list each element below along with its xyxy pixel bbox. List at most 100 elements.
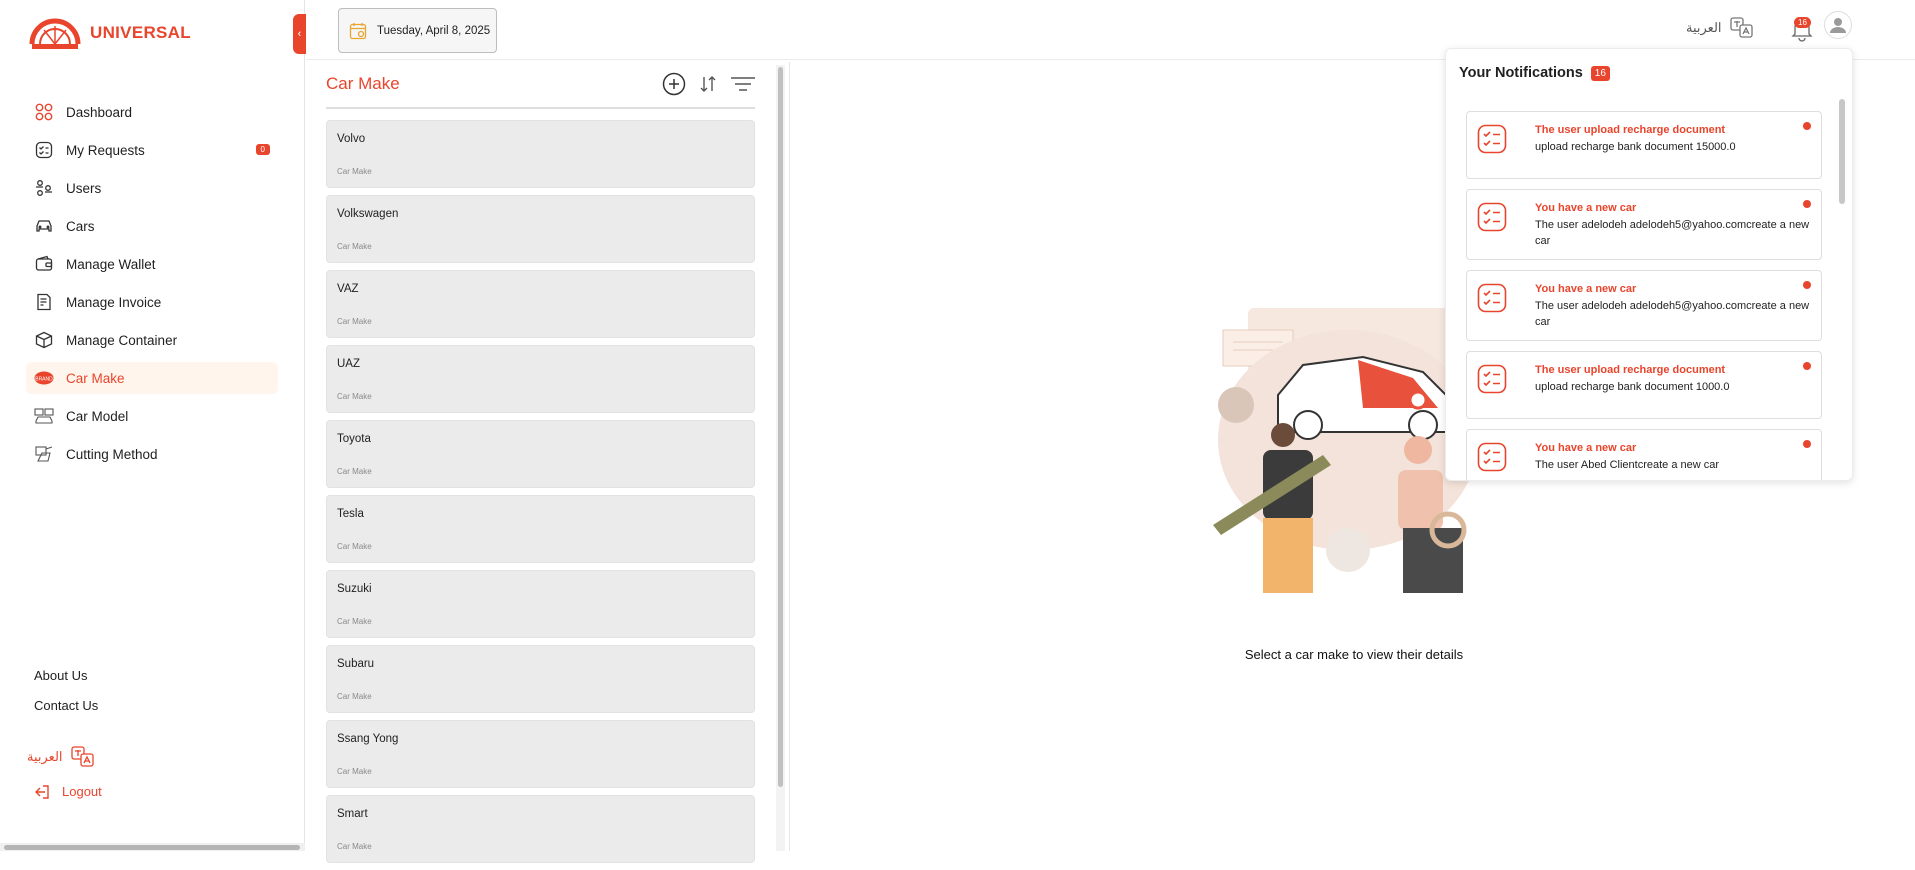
car-make-card[interactable]: Volkswagen Car Make xyxy=(326,195,755,263)
panel-separator xyxy=(789,62,790,851)
sidebar-item-manage-invoice[interactable]: Manage Invoice xyxy=(26,286,278,318)
sidebar-horizontal-scrollbar[interactable] xyxy=(0,843,305,851)
notification-item[interactable]: You have a new car The user adelodeh ade… xyxy=(1466,270,1822,341)
language-label: العربية xyxy=(27,749,63,764)
car-make-name: VAZ xyxy=(337,283,359,295)
car-make-card[interactable]: Suzuki Car Make xyxy=(326,570,755,638)
contact-us-link[interactable]: Contact Us xyxy=(34,698,98,713)
car-make-card[interactable]: Volvo Car Make xyxy=(326,120,755,188)
user-avatar[interactable] xyxy=(1824,11,1852,39)
car-make-type: Car Make xyxy=(337,467,372,476)
notification-body: upload recharge bank document 15000.0 xyxy=(1535,141,1736,153)
notification-title: You have a new car xyxy=(1535,283,1637,295)
car-model-icon xyxy=(34,406,54,426)
sort-icon[interactable] xyxy=(698,74,718,94)
panel-toolbar xyxy=(662,72,756,96)
sidebar-item-label: My Requests xyxy=(66,142,145,158)
requests-count-badge: 0 xyxy=(255,144,270,155)
sidebar-item-car-model[interactable]: Car Model xyxy=(26,400,278,432)
date-display[interactable]: Tuesday, April 8, 2025 xyxy=(338,8,497,53)
sidebar-item-label: Dashboard xyxy=(66,104,133,120)
sidebar-item-dashboard[interactable]: Dashboard xyxy=(26,96,278,128)
list-vertical-scrollbar[interactable] xyxy=(776,65,785,851)
car-make-panel: Car Make Volvo Car Make Volkswagen Car Mak… xyxy=(326,62,756,863)
notifications-header: Your Notifications 16 xyxy=(1459,65,1610,81)
car-make-card[interactable]: Tesla Car Make xyxy=(326,495,755,563)
sidebar-item-cutting-method[interactable]: Cutting Method xyxy=(26,438,278,470)
sidebar-collapse-button[interactable]: ‹ xyxy=(293,14,306,54)
car-make-icon: BRAND xyxy=(34,368,54,388)
sidebar-item-my-requests[interactable]: My Requests 0 xyxy=(26,134,278,166)
sidebar-nav: Dashboard My Requests 0 Users Cars Manag… xyxy=(26,96,278,476)
requests-icon xyxy=(34,140,54,160)
car-make-card[interactable]: Smart Car Make xyxy=(326,795,755,863)
car-make-card[interactable]: VAZ Car Make xyxy=(326,270,755,338)
notification-title: You have a new car xyxy=(1535,202,1637,214)
notifications-title: Your Notifications xyxy=(1459,65,1583,81)
notification-title: You have a new car xyxy=(1535,442,1637,454)
notification-item[interactable]: You have a new car The user adelodeh ade… xyxy=(1466,189,1822,260)
logout-button[interactable]: Logout xyxy=(34,784,102,799)
scrollbar-thumb[interactable] xyxy=(1839,99,1845,204)
sidebar: UNIVERSAL ‹ Dashboard My Requests 0 User… xyxy=(0,0,306,851)
car-make-type: Car Make xyxy=(337,842,372,851)
car-make-card[interactable]: Subaru Car Make xyxy=(326,645,755,713)
sidebar-item-label: Manage Invoice xyxy=(66,294,162,310)
sidebar-item-label: Manage Container xyxy=(66,332,178,348)
container-icon xyxy=(34,330,54,350)
unread-dot xyxy=(1803,440,1811,448)
sidebar-footer-links: About Us Contact Us xyxy=(34,668,98,728)
sidebar-item-manage-wallet[interactable]: Manage Wallet xyxy=(26,248,278,280)
scrollbar-thumb[interactable] xyxy=(778,67,783,787)
notifications-list: The user upload recharge document upload… xyxy=(1466,111,1822,480)
car-make-type: Car Make xyxy=(337,767,372,776)
sidebar-item-label: Users xyxy=(66,180,102,196)
filter-icon[interactable] xyxy=(730,74,756,94)
car-make-card[interactable]: Ssang Yong Car Make xyxy=(326,720,755,788)
grid-icon xyxy=(34,102,54,122)
sidebar-item-label: Cars xyxy=(66,218,95,234)
about-us-link[interactable]: About Us xyxy=(34,668,98,683)
car-make-name: Toyota xyxy=(337,433,371,445)
notifications-count-badge: 16 xyxy=(1590,65,1610,81)
notification-item[interactable]: The user upload recharge document upload… xyxy=(1466,351,1822,419)
car-make-list: Volvo Car Make Volkswagen Car Make VAZ Car … xyxy=(326,120,755,870)
language-label: العربية xyxy=(1686,20,1722,35)
translate-icon xyxy=(1729,17,1753,38)
top-language-switch[interactable]: العربية xyxy=(1686,17,1754,39)
scrollbar-thumb[interactable] xyxy=(4,845,300,850)
sidebar-item-users[interactable]: Users xyxy=(26,172,278,204)
car-make-type: Car Make xyxy=(337,317,372,326)
cutting-icon xyxy=(34,444,54,464)
checklist-icon xyxy=(1477,364,1507,394)
logo-icon xyxy=(29,18,81,49)
logout-icon xyxy=(35,784,49,799)
sidebar-language-switch[interactable]: العربية xyxy=(27,746,95,768)
logout-label: Logout xyxy=(62,784,102,799)
svg-text:BRAND: BRAND xyxy=(35,377,53,383)
empty-state-message: Select a car make to view their details xyxy=(1244,647,1464,662)
notification-item[interactable]: You have a new car The user Abed Clientc… xyxy=(1466,429,1822,480)
notification-item[interactable]: The user upload recharge document upload… xyxy=(1466,111,1822,179)
brand-logo[interactable]: UNIVERSAL xyxy=(28,16,191,50)
car-make-name: UAZ xyxy=(337,358,360,370)
car-make-type: Car Make xyxy=(337,617,372,626)
car-make-card[interactable]: UAZ Car Make xyxy=(326,345,755,413)
notifications-scrollbar[interactable] xyxy=(1838,99,1846,480)
sidebar-item-manage-container[interactable]: Manage Container xyxy=(26,324,278,356)
car-make-type: Car Make xyxy=(337,392,372,401)
checklist-icon xyxy=(1477,202,1507,232)
panel-divider xyxy=(326,107,755,109)
panel-title: Car Make xyxy=(326,74,400,93)
car-make-name: Volkswagen xyxy=(337,208,399,220)
car-make-name: Tesla xyxy=(337,508,364,520)
wallet-icon xyxy=(34,254,54,274)
sidebar-item-cars[interactable]: Cars xyxy=(26,210,278,242)
unread-dot xyxy=(1803,200,1811,208)
notification-body: upload recharge bank document 1000.0 xyxy=(1535,381,1730,393)
car-icon xyxy=(34,216,54,236)
car-make-card[interactable]: Toyota Car Make xyxy=(326,420,755,488)
sidebar-item-car-make[interactable]: BRAND Car Make xyxy=(26,362,278,394)
add-icon[interactable] xyxy=(662,72,686,96)
car-make-type: Car Make xyxy=(337,692,372,701)
